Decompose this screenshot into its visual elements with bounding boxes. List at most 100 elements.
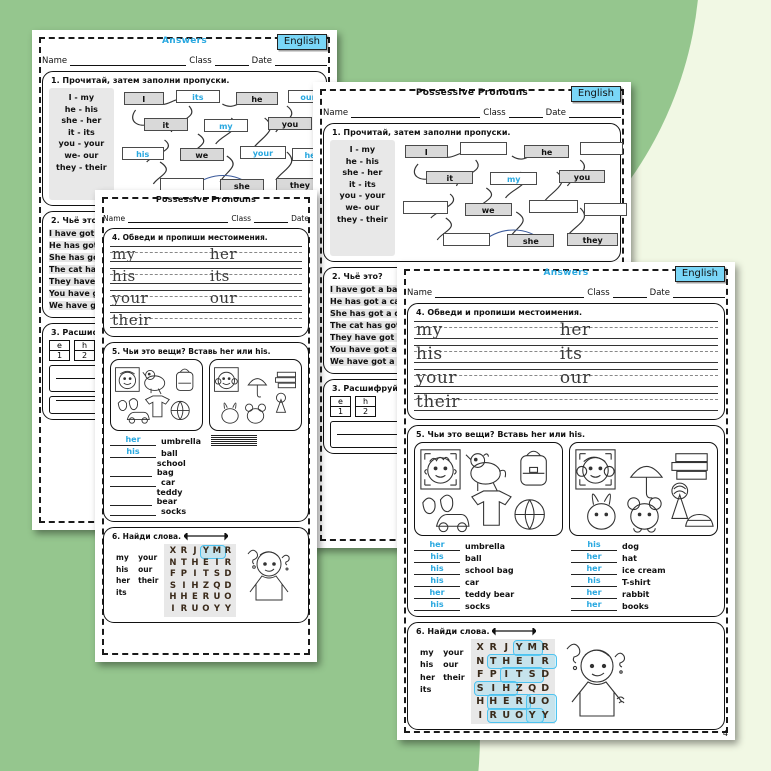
pronoun-matching-maze[interactable]: I its he our it my you his we your her s… xyxy=(120,88,333,200)
maze-tag[interactable]: it xyxy=(426,171,474,185)
grid-cell[interactable]: H xyxy=(189,558,200,570)
pronoun-matching-maze[interactable]: I he it my you we she they xyxy=(401,140,627,256)
grid-cell[interactable]: U xyxy=(526,695,539,709)
grid-cell[interactable]: R xyxy=(487,709,500,723)
maze-tag[interactable] xyxy=(443,232,491,246)
grid-cell[interactable]: H xyxy=(178,592,189,604)
answer-blank[interactable]: his xyxy=(110,447,156,458)
maze-tag[interactable]: his xyxy=(121,147,164,161)
answer-row[interactable]: her ice cream xyxy=(571,564,718,575)
answer-blank[interactable]: his xyxy=(571,540,617,551)
grid-cell[interactable]: S xyxy=(211,569,222,581)
grid-cell[interactable]: I xyxy=(500,668,513,682)
worksheet-sheet-mid-left[interactable]: Possessive Pronouns Name Class Date 4. О… xyxy=(95,190,317,662)
grid-cell[interactable]: R xyxy=(513,695,526,709)
grid-cell[interactable]: H xyxy=(189,581,200,593)
answer-blank[interactable]: his xyxy=(571,576,617,587)
answer-row[interactable]: her hat xyxy=(571,552,718,563)
grid-cell[interactable]: Y xyxy=(539,709,552,723)
handwriting-row[interactable]: his its xyxy=(414,344,718,366)
maze-tag[interactable] xyxy=(460,142,508,156)
grid-cell[interactable]: E xyxy=(200,558,211,570)
answer-row[interactable] xyxy=(211,441,302,442)
maze-tag[interactable]: he xyxy=(524,144,570,158)
answer-row[interactable]: socks xyxy=(110,507,201,516)
grid-cell[interactable]: D xyxy=(222,581,233,593)
grid-cell[interactable]: R xyxy=(487,641,500,655)
answer-blank[interactable] xyxy=(211,441,258,442)
grid-cell[interactable]: H xyxy=(500,655,513,669)
answer-row[interactable]: car xyxy=(110,478,201,487)
grid-cell[interactable]: R xyxy=(222,558,233,570)
name-input-line[interactable] xyxy=(70,56,187,66)
grid-cell[interactable]: E xyxy=(500,695,513,709)
handwriting-row[interactable]: your our xyxy=(110,289,302,309)
grid-cell[interactable]: E xyxy=(513,655,526,669)
handwriting-row[interactable]: my her xyxy=(414,320,718,342)
grid-cell[interactable]: R xyxy=(178,546,189,558)
grid-cell[interactable]: O xyxy=(222,592,233,604)
answer-blank[interactable] xyxy=(110,476,152,477)
grid-cell[interactable]: S xyxy=(474,682,487,696)
maze-tag[interactable]: I xyxy=(404,144,448,158)
class-input-line[interactable] xyxy=(214,56,249,66)
grid-cell[interactable]: I xyxy=(189,569,200,581)
grid-cell[interactable]: T xyxy=(178,558,189,570)
grid-cell[interactable]: M xyxy=(211,546,222,558)
maze-tag[interactable]: he xyxy=(235,92,278,106)
handwriting-row[interactable]: their xyxy=(110,311,302,331)
handwriting-practice-grid[interactable]: my her his its your our their xyxy=(110,245,302,331)
answer-blank[interactable] xyxy=(110,515,156,516)
grid-cell[interactable]: N xyxy=(474,655,487,669)
answer-blank[interactable] xyxy=(110,505,152,506)
grid-cell[interactable]: J xyxy=(189,546,200,558)
answer-row[interactable] xyxy=(211,437,302,438)
date-input-line[interactable] xyxy=(275,56,327,66)
grid-cell[interactable]: X xyxy=(167,546,178,558)
grid-cell[interactable]: H xyxy=(474,695,487,709)
name-input-line[interactable] xyxy=(128,213,229,223)
class-input-line[interactable] xyxy=(254,213,289,223)
grid-cell[interactable]: Q xyxy=(211,581,222,593)
answer-blank[interactable]: his xyxy=(414,564,460,575)
grid-cell[interactable]: D xyxy=(539,682,552,696)
grid-cell[interactable]: I xyxy=(487,682,500,696)
answer-row[interactable]: her rabbit xyxy=(571,588,718,599)
grid-cell[interactable]: U xyxy=(211,592,222,604)
maze-tag[interactable]: you xyxy=(558,170,606,184)
maze-tag[interactable]: your xyxy=(239,146,286,160)
answer-blank[interactable] xyxy=(211,437,258,438)
word-search-grid[interactable]: XRJYMR NTHEIR FPITSD SIHZQD HHERUO IRUOY… xyxy=(164,544,237,617)
answer-blank[interactable]: his xyxy=(414,576,460,587)
grid-cell[interactable]: R xyxy=(539,655,552,669)
grid-cell[interactable]: J xyxy=(500,641,513,655)
grid-cell[interactable]: R xyxy=(200,592,211,604)
grid-cell[interactable]: R xyxy=(178,604,189,616)
grid-cell[interactable]: I xyxy=(474,709,487,723)
answer-blank[interactable]: her xyxy=(571,588,617,599)
worksheet-sheet-front[interactable]: Answers English Name Class Date 4. Обвед… xyxy=(397,262,735,740)
answer-blank[interactable]: her xyxy=(571,552,617,563)
grid-cell[interactable]: I xyxy=(178,581,189,593)
maze-tag[interactable]: you xyxy=(267,117,312,131)
grid-cell[interactable]: Y xyxy=(526,709,539,723)
maze-tag[interactable]: its xyxy=(175,90,220,104)
maze-tag[interactable]: I xyxy=(123,92,164,106)
grid-cell[interactable]: T xyxy=(513,668,526,682)
answer-row[interactable]: her teddy bear xyxy=(414,588,561,599)
grid-cell[interactable]: O xyxy=(200,604,211,616)
grid-cell[interactable]: Y xyxy=(200,546,211,558)
grid-cell[interactable]: D xyxy=(222,569,233,581)
grid-cell[interactable]: Y xyxy=(513,641,526,655)
grid-cell[interactable]: D xyxy=(539,668,552,682)
grid-cell[interactable]: H xyxy=(167,592,178,604)
answer-row[interactable] xyxy=(211,445,302,446)
grid-cell[interactable]: Y xyxy=(222,604,233,616)
grid-cell[interactable]: O xyxy=(539,695,552,709)
grid-cell[interactable]: I xyxy=(526,655,539,669)
maze-tag[interactable]: my xyxy=(203,119,248,133)
maze-tag[interactable]: we xyxy=(179,148,224,162)
answer-row[interactable] xyxy=(211,443,302,444)
grid-cell[interactable]: Z xyxy=(200,581,211,593)
grid-cell[interactable]: O xyxy=(513,709,526,723)
